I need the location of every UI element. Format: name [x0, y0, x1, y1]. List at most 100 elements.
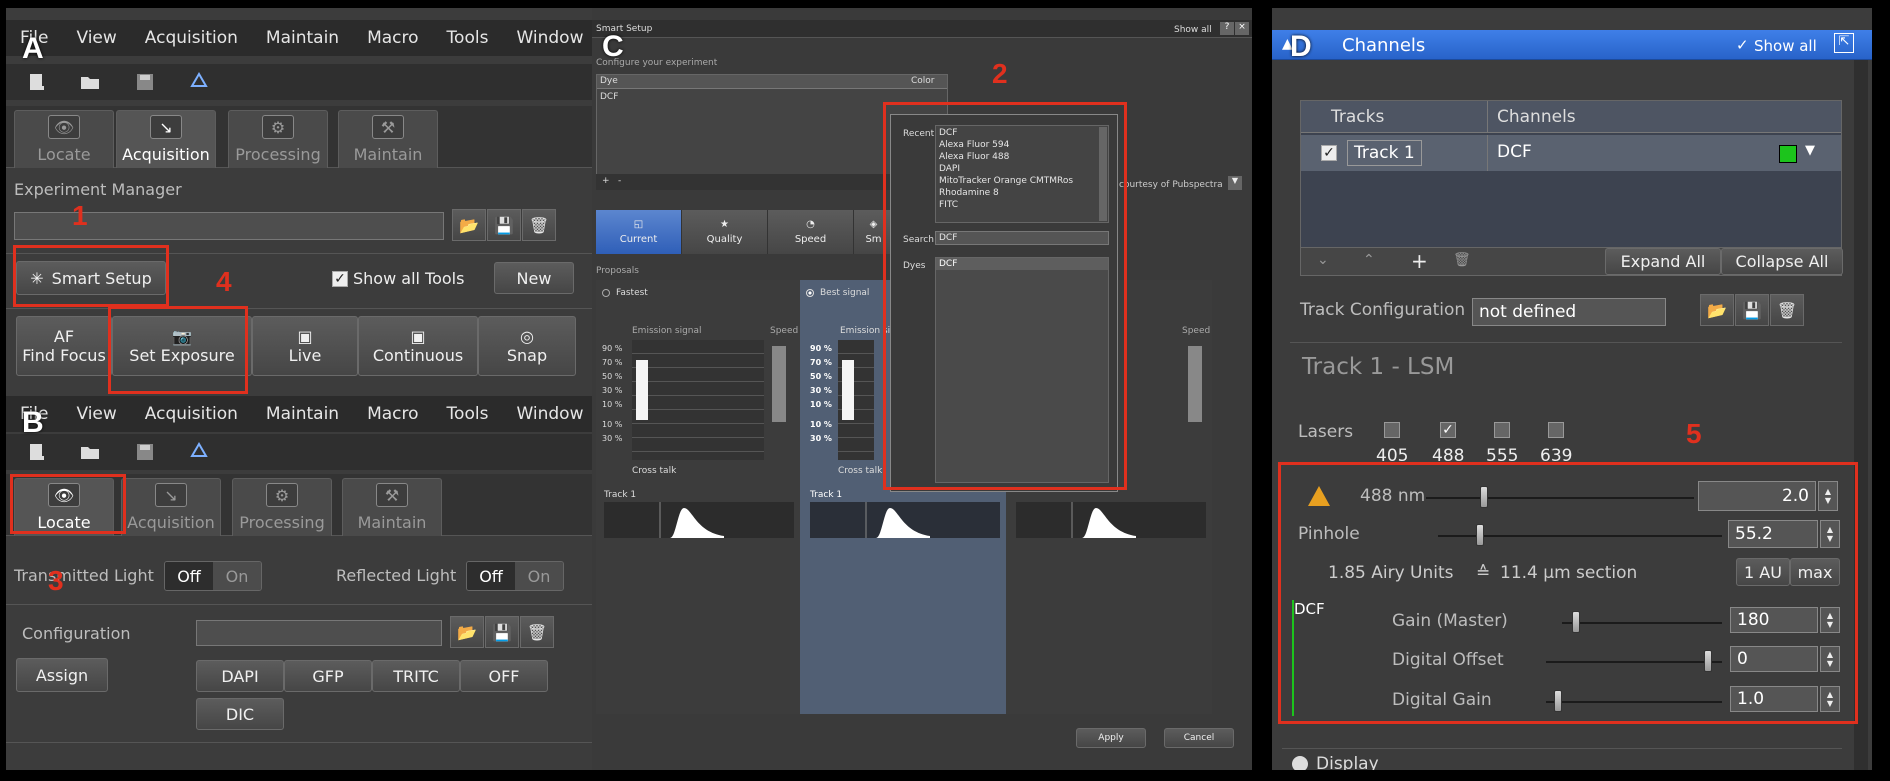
- save-button[interactable]: 💾: [487, 209, 521, 241]
- laser-639-checkbox[interactable]: [1548, 422, 1564, 438]
- recent-item[interactable]: Rhodamine 8: [939, 187, 1105, 199]
- display-section-label[interactable]: Display: [1316, 754, 1379, 770]
- open-folder-button[interactable]: 📂: [450, 616, 484, 648]
- move-down-icon[interactable]: ⌄: [1317, 252, 1329, 268]
- menu-acquisition[interactable]: Acquisition: [131, 404, 252, 424]
- new-icon[interactable]: [24, 70, 50, 94]
- menu-macro[interactable]: Macro: [353, 28, 432, 48]
- config-off-button[interactable]: OFF: [460, 660, 548, 692]
- dyes-list[interactable]: DCF: [935, 257, 1109, 483]
- mode-quality-button[interactable]: ★ Quality: [682, 210, 768, 254]
- offset-track[interactable]: [1546, 661, 1722, 663]
- new-button[interactable]: New: [494, 262, 574, 294]
- courtesy-dropdown[interactable]: ▼: [1228, 176, 1242, 190]
- track-row[interactable]: ✓ Track 1 DCF ▼: [1301, 135, 1841, 171]
- mode-speed-button[interactable]: ◔ Speed: [768, 210, 854, 254]
- pinhole-stepper[interactable]: ▲ ▼: [1820, 520, 1840, 548]
- new-icon[interactable]: [24, 440, 50, 464]
- digital-gain-input[interactable]: 1.0: [1730, 686, 1818, 712]
- menu-maintain[interactable]: Maintain: [252, 28, 353, 48]
- laser-488-checkbox[interactable]: ✓: [1440, 422, 1456, 438]
- config-tritc-button[interactable]: TRITC: [372, 660, 460, 692]
- configuration-field[interactable]: [196, 620, 442, 646]
- max-button[interactable]: max: [1790, 558, 1840, 586]
- digital-gain-track[interactable]: [1546, 701, 1722, 703]
- close-icon[interactable]: ×: [1235, 22, 1249, 35]
- config-dapi-button[interactable]: DAPI: [196, 660, 284, 692]
- mode-smart-button[interactable]: ◈ Sm: [854, 210, 894, 254]
- find-focus-button[interactable]: AF Find Focus: [16, 316, 112, 376]
- gain-stepper[interactable]: ▲ ▼: [1820, 607, 1840, 633]
- gain-track[interactable]: [1562, 622, 1722, 624]
- track-name-field[interactable]: Track 1: [1347, 140, 1422, 166]
- tab-locate[interactable]: 👁 Locate: [14, 110, 114, 168]
- menu-tools[interactable]: Tools: [433, 404, 503, 424]
- reflected-light-toggle[interactable]: Off On: [466, 561, 564, 591]
- apply-button[interactable]: Apply: [1076, 728, 1146, 748]
- menu-acquisition[interactable]: Acquisition: [131, 28, 252, 48]
- recycle-icon[interactable]: [186, 440, 212, 464]
- tab-acquisition[interactable]: ↘ Acquisition: [116, 110, 216, 168]
- offset-handle[interactable]: [1704, 650, 1712, 672]
- smart-setup-button[interactable]: ✳ Smart Setup: [16, 261, 166, 295]
- open-folder-icon[interactable]: [78, 440, 104, 464]
- delete-button[interactable]: 🗑: [1770, 294, 1804, 326]
- pinhole-input[interactable]: 55.2: [1728, 520, 1818, 548]
- show-all-tools-checkbox[interactable]: ✓: [332, 271, 348, 287]
- config-gfp-button[interactable]: GFP: [284, 660, 372, 692]
- laser-power-handle[interactable]: [1480, 486, 1488, 508]
- collapse-all-button[interactable]: Collapse All: [1721, 248, 1843, 275]
- fastest-radio[interactable]: [602, 289, 610, 297]
- tab-processing[interactable]: ⚙ Processing: [228, 110, 328, 168]
- save-icon[interactable]: [132, 70, 158, 94]
- digital-gain-stepper[interactable]: ▲ ▼: [1820, 686, 1840, 712]
- recycle-icon[interactable]: [186, 70, 212, 94]
- remove-dye-button[interactable]: -: [618, 176, 621, 186]
- recent-item[interactable]: Alexa Fluor 488: [939, 151, 1105, 163]
- tab-maintain[interactable]: ⚒ Maintain: [342, 478, 442, 536]
- laser-power-track[interactable]: [1426, 497, 1694, 499]
- show-all-label[interactable]: Show all: [1174, 25, 1212, 35]
- gain-handle[interactable]: [1572, 611, 1580, 633]
- tab-processing[interactable]: ⚙ Processing: [232, 478, 332, 536]
- open-folder-button[interactable]: 📂: [452, 209, 486, 241]
- menu-window[interactable]: Window: [502, 28, 592, 48]
- open-folder-icon[interactable]: [78, 70, 104, 94]
- recent-list[interactable]: DCF Alexa Fluor 594 Alexa Fluor 488 DAPI…: [935, 125, 1109, 223]
- add-track-icon[interactable]: +: [1411, 249, 1428, 273]
- save-button[interactable]: 💾: [1735, 294, 1769, 326]
- tab-maintain[interactable]: ⚒ Maintain: [338, 110, 438, 168]
- recent-item[interactable]: Alexa Fluor 594: [939, 139, 1105, 151]
- config-dic-button[interactable]: DIC: [196, 698, 284, 730]
- assign-button[interactable]: Assign: [16, 658, 108, 692]
- digital-gain-handle[interactable]: [1554, 690, 1562, 712]
- delete-button[interactable]: 🗑: [520, 616, 554, 648]
- dye-row[interactable]: DCF: [600, 92, 618, 102]
- open-folder-button[interactable]: 📂: [1700, 294, 1734, 326]
- track-config-field[interactable]: not defined: [1472, 298, 1666, 326]
- add-dye-button[interactable]: +: [602, 176, 610, 186]
- cancel-button[interactable]: Cancel: [1164, 728, 1234, 748]
- laser-405-checkbox[interactable]: [1384, 422, 1400, 438]
- offset-stepper[interactable]: ▲ ▼: [1820, 646, 1840, 672]
- mode-current-button[interactable]: ◱ Current: [596, 210, 682, 254]
- menu-view[interactable]: View: [62, 404, 130, 424]
- show-all-label[interactable]: Show all: [1754, 37, 1817, 55]
- recent-item[interactable]: DCF: [939, 127, 1105, 139]
- recent-item[interactable]: DAPI: [939, 163, 1105, 175]
- undock-icon[interactable]: ⇱: [1834, 33, 1854, 53]
- set-exposure-button[interactable]: 📷 Set Exposure: [112, 316, 252, 376]
- snap-button[interactable]: ◎ Snap: [478, 316, 576, 376]
- reflected-off[interactable]: Off: [467, 562, 515, 590]
- offset-input[interactable]: 0: [1730, 646, 1818, 672]
- transmitted-light-toggle[interactable]: Off On: [164, 561, 262, 591]
- track-checkbox[interactable]: ✓: [1321, 145, 1337, 161]
- menu-view[interactable]: View: [62, 28, 130, 48]
- trash-icon[interactable]: 🗑: [1453, 252, 1471, 268]
- laser-power-input[interactable]: 2.0: [1698, 481, 1816, 511]
- pinhole-handle[interactable]: [1476, 524, 1484, 546]
- expand-all-button[interactable]: Expand All: [1605, 248, 1721, 275]
- transmitted-on[interactable]: On: [213, 562, 261, 590]
- continuous-button[interactable]: ▣ Continuous: [358, 316, 478, 376]
- recent-item[interactable]: FITC: [939, 199, 1105, 211]
